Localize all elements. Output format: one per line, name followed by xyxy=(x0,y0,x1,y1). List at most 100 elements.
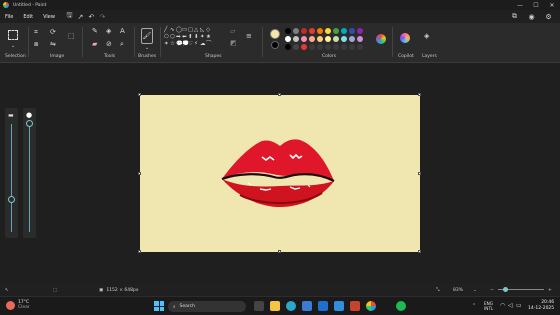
color-swatch-28[interactable] xyxy=(349,44,355,50)
resize-handle-br[interactable] xyxy=(418,250,421,253)
pencil-icon[interactable]: ✎ xyxy=(92,28,98,35)
fit-to-window-icon[interactable]: ⤡ xyxy=(436,287,440,293)
color-swatch-5[interactable] xyxy=(325,28,331,34)
color-swatch-27[interactable] xyxy=(341,44,347,50)
color-swatch-22[interactable] xyxy=(301,44,307,50)
menu-edit[interactable]: Edit xyxy=(18,14,38,20)
primary-color-swatch[interactable] xyxy=(270,29,280,39)
color-swatch-0[interactable] xyxy=(285,28,291,34)
secondary-color-swatch[interactable] xyxy=(271,41,279,49)
color-swatch-3[interactable] xyxy=(309,28,315,34)
color-swatch-26[interactable] xyxy=(333,44,339,50)
fill-icon[interactable]: ◈ xyxy=(106,28,111,35)
store-icon[interactable] xyxy=(302,301,312,311)
start-button[interactable] xyxy=(154,301,164,311)
file-explorer-icon[interactable] xyxy=(270,301,280,311)
redo-icon[interactable]: ↷ xyxy=(97,11,108,22)
color-swatch-25[interactable] xyxy=(325,44,331,50)
resize-handle-ml[interactable] xyxy=(138,172,141,175)
wifi-icon[interactable]: ◠ xyxy=(500,302,505,309)
color-swatch-13[interactable] xyxy=(309,36,315,42)
color-swatch-19[interactable] xyxy=(357,36,363,42)
resize-handle-tr[interactable] xyxy=(418,93,421,96)
color-swatch-9[interactable] xyxy=(357,28,363,34)
taskview-icon[interactable] xyxy=(254,301,264,311)
edit-colors-icon[interactable] xyxy=(376,34,386,44)
shape-option-15[interactable]: ★ xyxy=(206,34,212,40)
color-swatch-29[interactable] xyxy=(357,44,363,50)
resize-handle-mr[interactable] xyxy=(418,172,421,175)
flip-icon[interactable]: ⇋ xyxy=(50,41,56,48)
color-swatch-6[interactable] xyxy=(333,28,339,34)
edge-icon[interactable] xyxy=(286,301,296,311)
line-size-icon[interactable]: ≡ xyxy=(246,33,252,40)
shape-fill-icon[interactable]: ◩ xyxy=(230,40,237,47)
account-icon[interactable]: ◉ xyxy=(526,11,537,22)
resize-handle-bm[interactable] xyxy=(278,250,281,253)
brush-icon[interactable]: 🖌 xyxy=(141,28,153,44)
selection-dropdown-icon[interactable]: ⌄ xyxy=(11,43,15,50)
zoom-out-icon[interactable]: − xyxy=(490,288,494,293)
language-indicator[interactable]: ENG INTL xyxy=(484,301,493,311)
shape-option-23[interactable]: ⌒ xyxy=(206,41,212,47)
opacity-track[interactable] xyxy=(29,124,30,232)
share-icon[interactable]: ↗ xyxy=(75,11,86,22)
save-icon[interactable]: 🖫 xyxy=(64,11,75,22)
clock[interactable]: 20:46 14-12-2025 xyxy=(528,300,554,312)
crop-icon[interactable]: ⌗ xyxy=(34,29,38,36)
office-icon[interactable] xyxy=(350,301,360,311)
tray-chevron-icon[interactable]: ⌃ xyxy=(472,303,476,309)
close-button[interactable]: ✕ xyxy=(544,0,560,10)
color-swatch-2[interactable] xyxy=(301,28,307,34)
copilot-icon[interactable] xyxy=(400,33,410,43)
maximize-button[interactable]: ☐ xyxy=(528,0,544,10)
brush-size-track[interactable] xyxy=(11,124,12,232)
gallery-icon[interactable]: ⧉ xyxy=(509,11,520,22)
color-swatch-17[interactable] xyxy=(341,36,347,42)
color-swatch-10[interactable] xyxy=(285,36,291,42)
text-icon[interactable]: A xyxy=(120,28,125,35)
color-swatch-24[interactable] xyxy=(317,44,323,50)
settings-icon[interactable]: ⚙ xyxy=(543,11,554,22)
undo-icon[interactable]: ↶ xyxy=(86,11,97,22)
taskbar-search[interactable]: ⌕ Search xyxy=(168,301,246,312)
battery-icon[interactable]: ▭ xyxy=(516,302,522,309)
selection-tool-icon[interactable] xyxy=(8,30,18,40)
resize-icon[interactable]: ⧈ xyxy=(34,41,38,48)
opacity-knob[interactable] xyxy=(26,120,33,127)
color-swatch-16[interactable] xyxy=(333,36,339,42)
shape-option-7[interactable]: ◇ xyxy=(206,27,212,33)
magnifier-icon[interactable]: ⌕ xyxy=(120,41,124,48)
color-swatch-1[interactable] xyxy=(293,28,299,34)
rotate-icon[interactable]: ⟳ xyxy=(50,29,56,36)
resize-handle-tm[interactable] xyxy=(278,93,281,96)
shape-outline-icon[interactable]: ▱ xyxy=(230,28,235,35)
drawing-canvas[interactable] xyxy=(140,95,420,252)
zoom-in-icon[interactable]: + xyxy=(548,288,552,293)
zoom-dropdown-icon[interactable]: ⌄ xyxy=(473,288,477,293)
resize-handle-bl[interactable] xyxy=(138,250,141,253)
color-swatch-7[interactable] xyxy=(341,28,347,34)
color-swatch-23[interactable] xyxy=(309,44,315,50)
menu-file[interactable]: File xyxy=(0,14,18,20)
spotify-icon[interactable] xyxy=(396,301,406,311)
resize-handle-tl[interactable] xyxy=(138,93,141,96)
volume-icon[interactable]: ◁ xyxy=(508,302,513,309)
menu-view[interactable]: View xyxy=(38,14,60,20)
color-swatch-20[interactable] xyxy=(285,44,291,50)
weather-widget[interactable]: 17°C Clear xyxy=(6,300,30,310)
color-swatch-15[interactable] xyxy=(325,36,331,42)
mail-icon[interactable] xyxy=(318,301,328,311)
color-swatch-21[interactable] xyxy=(293,44,299,50)
layers-icon[interactable]: ◈ xyxy=(424,33,429,40)
photos-icon[interactable] xyxy=(334,301,344,311)
color-swatch-11[interactable] xyxy=(293,36,299,42)
color-swatch-8[interactable] xyxy=(349,28,355,34)
image-select-icon[interactable]: ⬚ xyxy=(68,33,75,40)
color-picker-icon[interactable]: ⊘ xyxy=(106,41,112,48)
brushes-dropdown-icon[interactable]: ⌄ xyxy=(145,45,149,52)
eraser-icon[interactable]: ▰ xyxy=(92,41,97,48)
color-swatch-14[interactable] xyxy=(317,36,323,42)
paint-taskbar-icon[interactable] xyxy=(366,301,376,311)
color-swatch-18[interactable] xyxy=(349,36,355,42)
